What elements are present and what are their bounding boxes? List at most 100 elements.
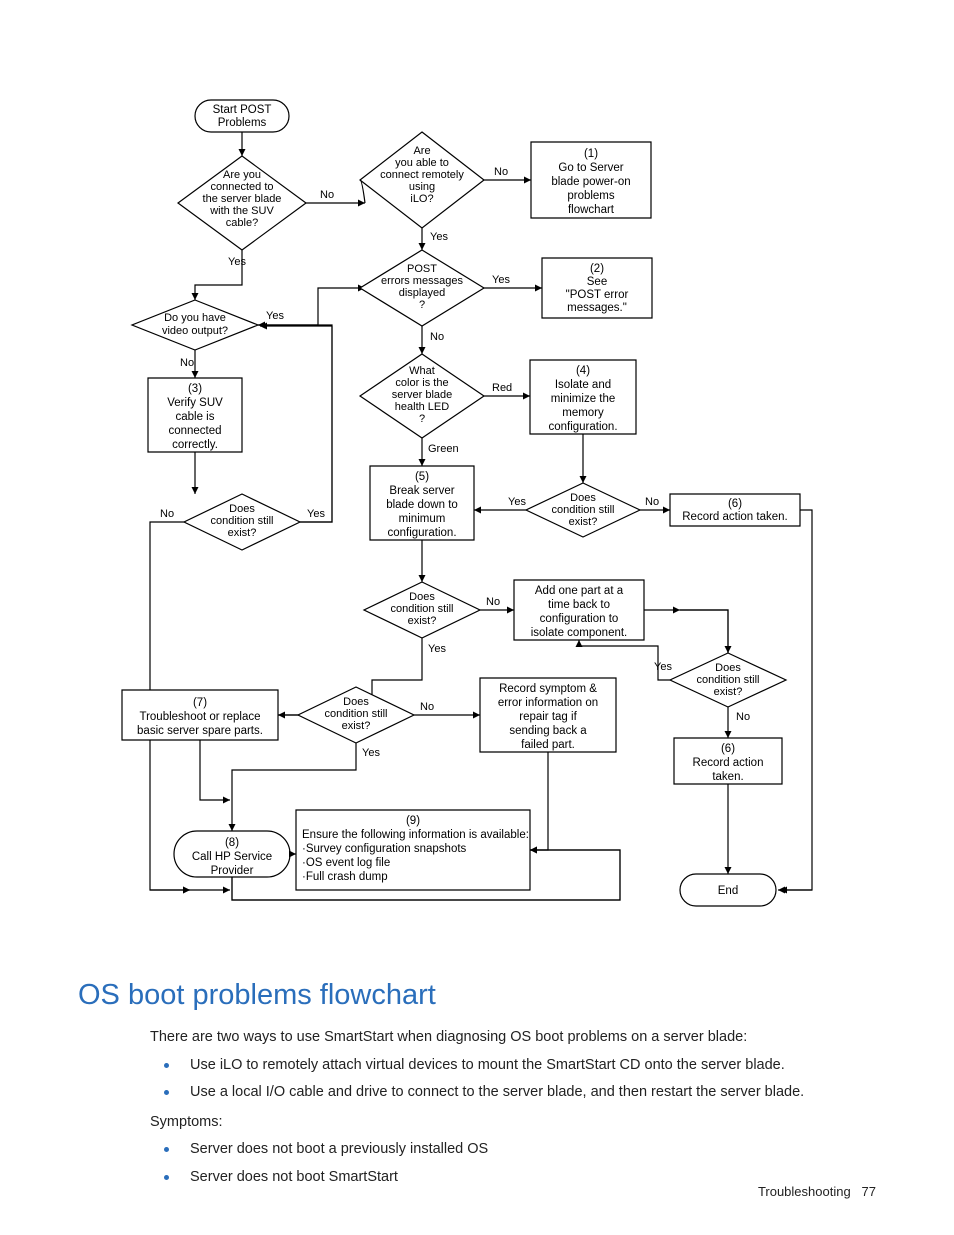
svg-text:?: ? (419, 413, 425, 425)
node-r5: (5) Break server blade down to minimum c… (370, 466, 474, 540)
svg-text:health LED: health LED (395, 401, 449, 413)
label-no: No (320, 189, 334, 201)
node-r1: (1) Go to Server blade power-on problems… (531, 142, 651, 218)
svg-text:Provider: Provider (211, 865, 254, 877)
svg-text:·OS event log file: ·OS event log file (302, 857, 390, 869)
svg-text:Yes: Yes (430, 231, 448, 243)
svg-text:No: No (160, 508, 174, 520)
footer-page-number: 77 (862, 1184, 876, 1199)
node-r6b: (6) Record action taken. (674, 738, 782, 784)
svg-text:·Survey configuration snapshot: ·Survey configuration snapshots (302, 843, 467, 855)
svg-text:blade down to: blade down to (386, 499, 458, 511)
node-decision-ilo: Are you able to connect remotely using i… (360, 132, 484, 228)
svg-text:Call HP Service: Call HP Service (192, 851, 272, 863)
svg-text:Verify SUV: Verify SUV (167, 397, 223, 409)
svg-text:Are: Are (413, 145, 430, 157)
svg-text:No: No (736, 711, 750, 723)
svg-text:Does: Does (715, 662, 741, 674)
svg-text:iLO?: iLO? (410, 193, 433, 205)
bullet-list-2: Server does not boot a previously instal… (150, 1140, 910, 1187)
svg-text:displayed: displayed (399, 287, 445, 299)
svg-text:Record symptom &: Record symptom & (499, 683, 597, 695)
flowchart-figure: .box{fill:#fff;stroke:#000;stroke-width:… (60, 90, 820, 935)
label-yes: Yes (228, 256, 246, 268)
node-decision-video: Do you have video output? (132, 300, 258, 350)
node-decision-cond-mem: Does condition still exist? (526, 483, 640, 537)
svg-text:Isolate and: Isolate and (555, 379, 611, 391)
svg-text:minimum: minimum (399, 513, 446, 525)
svg-text:failed part.: failed part. (521, 739, 575, 751)
node-decision-cond-7: Does condition still exist? (298, 687, 414, 743)
svg-text:(2): (2) (590, 263, 604, 275)
svg-text:No: No (420, 701, 434, 713)
bullet-list-1: Use iLO to remotely attach virtual devic… (150, 1056, 910, 1103)
svg-text:configuration.: configuration. (548, 421, 617, 433)
node-record-symptom: Record symptom & error information on re… (480, 678, 616, 752)
svg-text:Yes: Yes (428, 643, 446, 655)
svg-text:See: See (587, 276, 607, 288)
svg-text:minimize the: minimize the (551, 393, 616, 405)
svg-text:(5): (5) (415, 471, 429, 483)
label-red: Red (492, 382, 512, 394)
svg-text:exist?: exist? (714, 686, 743, 698)
svg-text:errors messages: errors messages (381, 275, 463, 287)
list-item: Use a local I/O cable and drive to conne… (150, 1083, 910, 1103)
body-text: There are two ways to use SmartStart whe… (150, 1028, 910, 1195)
list-item: Use iLO to remotely attach virtual devic… (150, 1056, 910, 1076)
node-r6a: (6) Record action taken. (670, 494, 800, 526)
svg-text:isolate component.: isolate component. (531, 627, 628, 639)
node-decision-led: What color is the server blade health LE… (360, 354, 484, 438)
node-r8: (8) Call HP Service Provider (174, 831, 290, 877)
svg-text:Add one part at a: Add one part at a (535, 585, 624, 597)
svg-text:exist?: exist? (569, 516, 598, 528)
svg-text:exist?: exist? (408, 615, 437, 627)
svg-text:cable is: cable is (176, 411, 215, 423)
svg-text:No: No (486, 596, 500, 608)
svg-text:correctly.: correctly. (172, 439, 218, 451)
node-addpart: Add one part at a time back to configura… (514, 580, 644, 640)
footer-section-name: Troubleshooting (758, 1184, 851, 1199)
svg-text:(6): (6) (721, 743, 735, 755)
svg-text:sending back a: sending back a (509, 725, 587, 737)
svg-text:exist?: exist? (342, 720, 371, 732)
svg-text:Yes: Yes (362, 747, 380, 759)
svg-text:(7): (7) (193, 697, 207, 709)
svg-text:?: ? (419, 299, 425, 311)
svg-text:No: No (645, 496, 659, 508)
svg-text:·Full crash dump: ·Full crash dump (302, 871, 388, 883)
svg-text:(8): (8) (225, 837, 239, 849)
svg-text:Yes: Yes (508, 496, 526, 508)
svg-text:Ensure the following informati: Ensure the following information is avai… (302, 829, 529, 841)
intro-paragraph: There are two ways to use SmartStart whe… (150, 1028, 910, 1048)
svg-text:with the SUV: with the SUV (209, 205, 274, 217)
svg-text:condition still: condition still (391, 603, 454, 615)
svg-text:End: End (718, 885, 738, 897)
svg-text:repair tag if: repair tag if (519, 711, 577, 723)
svg-text:Problems: Problems (218, 117, 267, 129)
svg-text:No: No (430, 331, 444, 343)
page-footer: Troubleshooting 77 (758, 1184, 876, 1199)
node-decision-cond-min: Does condition still exist? (364, 582, 480, 638)
svg-text:Start POST: Start POST (213, 104, 272, 116)
svg-text:(1): (1) (584, 148, 598, 160)
list-item: Server does not boot a previously instal… (150, 1140, 910, 1160)
svg-text:basic server spare parts.: basic server spare parts. (137, 725, 263, 737)
svg-text:Do you have: Do you have (164, 312, 226, 324)
node-r9: (9) Ensure the following information is … (296, 810, 530, 890)
svg-text:No: No (494, 166, 508, 178)
svg-text:Break server: Break server (389, 485, 454, 497)
svg-text:(9): (9) (406, 815, 420, 827)
svg-text:Troubleshoot or replace: Troubleshoot or replace (139, 711, 260, 723)
svg-text:(3): (3) (188, 383, 202, 395)
document-page: .box{fill:#fff;stroke:#000;stroke-width:… (0, 0, 954, 1235)
svg-text:error information on: error information on (498, 697, 598, 709)
symptoms-label: Symptoms: (150, 1113, 910, 1133)
node-end: End (680, 874, 776, 906)
node-r7: (7) Troubleshoot or replace basic server… (122, 690, 278, 740)
svg-text:Does: Does (343, 696, 369, 708)
svg-text:condition still: condition still (697, 674, 760, 686)
svg-text:memory: memory (562, 407, 604, 419)
svg-text:Does: Does (570, 492, 596, 504)
svg-text:flowchart: flowchart (568, 204, 615, 216)
label-green: Green (428, 443, 459, 455)
